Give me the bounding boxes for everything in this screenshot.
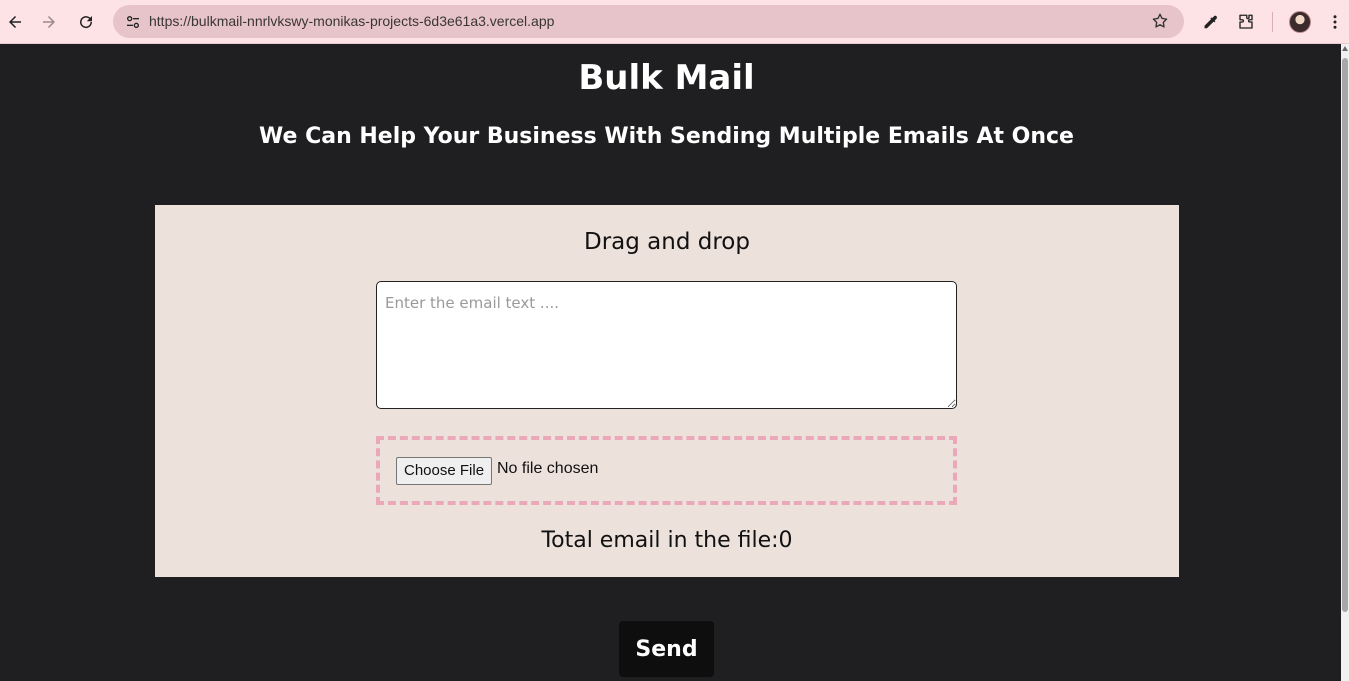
back-button[interactable] (1, 8, 29, 36)
back-icon (9, 16, 21, 28)
extensions-icon (1239, 14, 1253, 29)
send-button[interactable]: Send (619, 621, 714, 677)
page-content: Bulk Mail We Can Help Your Business With… (0, 44, 1341, 681)
address-bar[interactable]: https://bulkmail-nnrlvkswy-monikas-proje… (113, 5, 1184, 38)
forward-button[interactable] (35, 8, 63, 36)
scroll-up-arrow-icon[interactable] (1342, 46, 1348, 51)
more-menu-icon (1333, 15, 1337, 29)
total-email-count: Total email in the file:0 (541, 528, 793, 553)
bookmark-button[interactable] (1150, 11, 1170, 31)
profile-avatar[interactable] (1289, 11, 1311, 33)
eyedropper-icon (1204, 15, 1217, 29)
url-text[interactable]: https://bulkmail-nnrlvkswy-monikas-proje… (149, 13, 554, 29)
bookmark-star-icon (1152, 13, 1168, 28)
site-info-button[interactable] (120, 9, 145, 34)
page-title: Bulk Mail (578, 58, 755, 98)
reload-icon (80, 16, 93, 29)
reload-button[interactable] (72, 8, 100, 36)
scroll-thumb[interactable] (1342, 58, 1348, 612)
file-status-text: No file chosen (497, 460, 599, 477)
email-text-input[interactable] (376, 281, 957, 409)
file-drop-zone[interactable]: Choose File No file chosen (376, 436, 957, 505)
upload-panel: Drag and drop Choose File No file chosen… (155, 205, 1179, 577)
extensions-button[interactable] (1232, 8, 1260, 36)
forward-icon (43, 16, 55, 28)
page-subtitle: We Can Help Your Business With Sending M… (259, 124, 1074, 149)
page-scrollbar[interactable] (1341, 44, 1349, 681)
panel-heading: Drag and drop (584, 229, 750, 255)
toolbar-separator (1272, 12, 1273, 32)
choose-file-button[interactable]: Choose File (396, 457, 493, 485)
more-menu-button[interactable] (1321, 8, 1349, 36)
browser-toolbar: https://bulkmail-nnrlvkswy-monikas-proje… (0, 0, 1349, 44)
site-info-icon (126, 15, 139, 28)
eyedropper-button[interactable] (1196, 8, 1224, 36)
